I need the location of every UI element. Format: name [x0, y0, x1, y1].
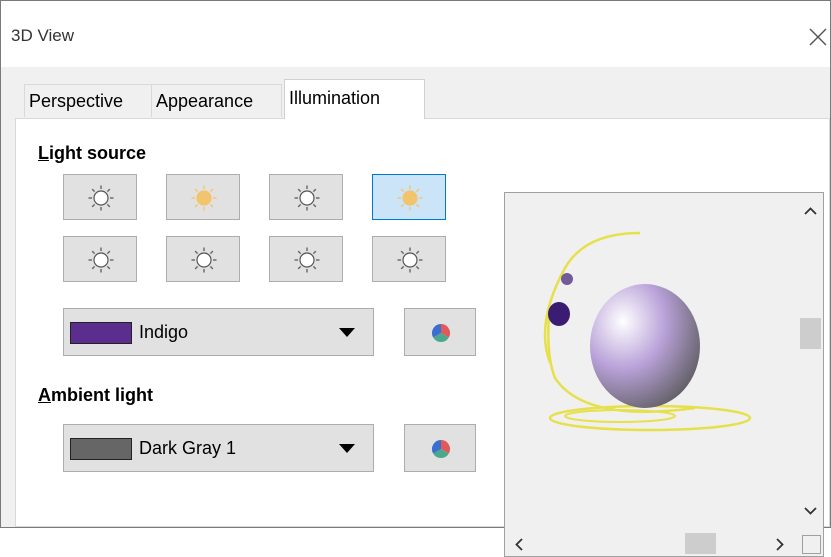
light-source-button-5[interactable]	[63, 236, 137, 282]
light-source-button-1[interactable]	[63, 174, 137, 220]
ambient-color-dropdown[interactable]: Dark Gray 1	[63, 424, 374, 472]
light-bulb-icon	[88, 247, 114, 273]
preview-sphere	[590, 284, 700, 408]
light-bulb-icon	[191, 247, 217, 273]
ambient-color-picker-button[interactable]	[404, 424, 476, 472]
dropdown-arrow-icon	[339, 328, 355, 337]
light-bulb-icon	[88, 185, 114, 211]
light-bulb-icon	[294, 247, 320, 273]
tab-perspective[interactable]: Perspective	[24, 84, 152, 117]
light-bulb-icon	[397, 247, 423, 273]
light-bulb-icon	[191, 185, 217, 211]
preview-vertical-scrollbar[interactable]	[798, 193, 823, 532]
light-source-button-8[interactable]	[372, 236, 446, 282]
preview-horizontal-scrollbar[interactable]	[505, 531, 798, 556]
light-color-picker-button[interactable]	[404, 308, 476, 356]
illumination-panel: Light source Indigo Ambient light Dark G…	[15, 118, 830, 557]
light-bulb-icon	[397, 185, 423, 211]
tab-illumination[interactable]: Illumination	[284, 79, 425, 119]
preview-scene	[543, 231, 752, 432]
light-source-button-6[interactable]	[166, 236, 240, 282]
chevron-right-icon[interactable]	[776, 538, 784, 551]
light-color-swatch	[70, 322, 132, 344]
light-source-button-2[interactable]	[166, 174, 240, 220]
light-source-button-4[interactable]	[372, 174, 446, 220]
chevron-up-icon[interactable]	[804, 207, 817, 215]
horizontal-scroll-thumb[interactable]	[685, 533, 716, 554]
ambient-color-label: Dark Gray 1	[139, 438, 237, 458]
ambient-color-swatch	[70, 438, 132, 460]
preview-light-ball-small	[561, 273, 573, 285]
color-picker-icon	[431, 440, 451, 459]
chevron-left-icon[interactable]	[515, 538, 523, 551]
light-source-button-3[interactable]	[269, 174, 343, 220]
light-source-heading: Light source	[38, 143, 147, 163]
dialog-body: Perspective Appearance Illumination Ligh…	[1, 67, 830, 557]
color-picker-icon	[431, 324, 451, 343]
vertical-scroll-thumb[interactable]	[800, 318, 821, 349]
dialog-window: 3D View Perspective Appearance Illuminat…	[0, 0, 831, 557]
light-bulb-icon	[294, 185, 320, 211]
window-title: 3D View	[11, 26, 74, 45]
preview-light-ball	[548, 302, 570, 326]
title-bar: 3D View	[1, 1, 830, 67]
light-color-dropdown[interactable]: Indigo	[63, 308, 374, 356]
light-color-label: Indigo	[139, 322, 189, 342]
ambient-light-heading: Ambient light	[38, 385, 153, 405]
close-icon[interactable]	[809, 28, 827, 46]
chevron-down-icon[interactable]	[804, 507, 817, 515]
light-preview[interactable]	[504, 192, 824, 557]
lamp-base-ring	[548, 404, 752, 432]
light-source-button-7[interactable]	[269, 236, 343, 282]
tab-appearance[interactable]: Appearance	[151, 84, 282, 117]
scroll-corner	[802, 535, 821, 554]
dropdown-arrow-icon	[339, 444, 355, 453]
